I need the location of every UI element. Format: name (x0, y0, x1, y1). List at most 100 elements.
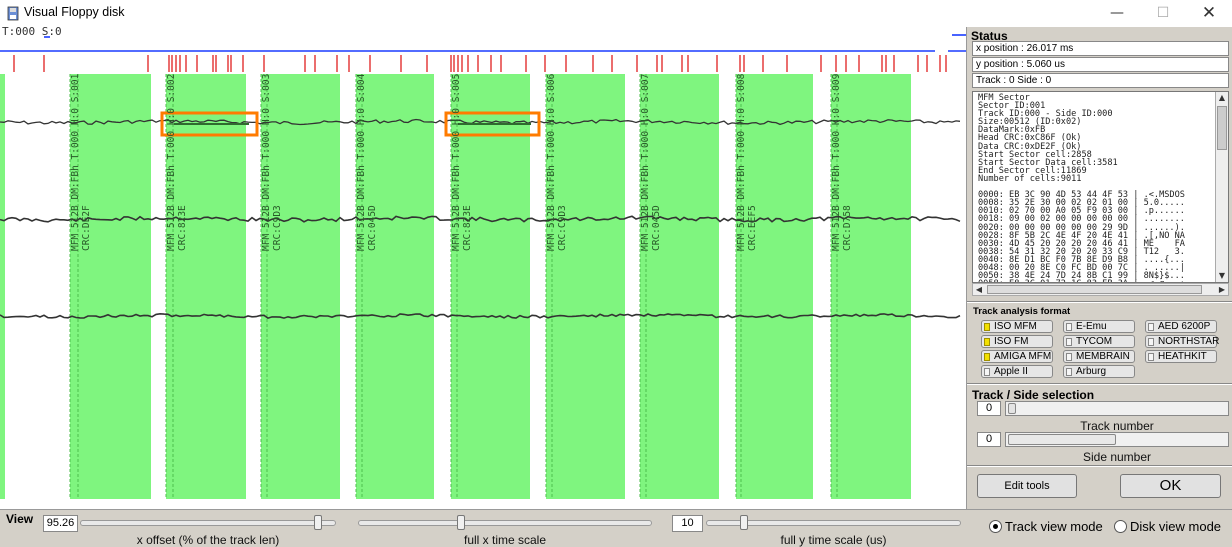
checkbox-icon (984, 323, 990, 331)
x-time-scale-slider[interactable] (358, 515, 652, 532)
info-line: Number of cells:9011 (978, 173, 1082, 184)
format-button-label: HEATHKIT (1158, 351, 1207, 362)
checkbox-icon (1066, 338, 1072, 346)
scroll-up-icon[interactable]: ▲ (1216, 92, 1228, 104)
track-plot (0, 34, 966, 499)
info-horizontal-scrollbar[interactable]: ◀ ▶ (972, 283, 1229, 296)
close-button[interactable]: ✕ (1186, 0, 1232, 27)
format-button-label: NORTHSTAR (1158, 336, 1220, 347)
format-button-heathkit[interactable]: HEATHKIT (1145, 350, 1217, 363)
track-side-field: Track : 0 Side : 0 (972, 73, 1229, 88)
slider-track (358, 520, 652, 526)
x-position-field: x position : 26.017 ms (972, 41, 1229, 56)
track-side-readout: T:000 S:0 (2, 27, 62, 38)
x-offset-slider[interactable] (80, 515, 336, 532)
format-button-label: E-Emu (1076, 321, 1107, 332)
checkbox-icon (1148, 353, 1154, 361)
divider (967, 465, 1232, 467)
checkbox-icon (1148, 338, 1154, 346)
sector-label: MFM 512B DM:FBh T:000 H:0 S:006 CRC:C9D3 (546, 73, 568, 251)
side-number-slider[interactable] (1005, 432, 1229, 447)
visual-floppy-window: Visual Floppy disk — ☐ ✕ T:000 S:0 MFM 5… (0, 0, 1232, 547)
track-view-mode-label[interactable]: Track view mode (1005, 519, 1103, 534)
sector-label: MFM 512B DM:FBh T:000 H:0 S:009 CRC:D758 (831, 73, 853, 251)
y-scale-thumb[interactable] (740, 515, 748, 530)
scroll-thumb[interactable] (1217, 106, 1227, 150)
info-vertical-scrollbar[interactable]: ▲ ▼ (1215, 92, 1228, 282)
track-number-label: Track number (1080, 419, 1154, 433)
disk-view-mode-radio[interactable] (1114, 520, 1127, 533)
sector-label: MFM 512B DM:FBh T:000 H:0 S:004 CRC:045D (356, 73, 378, 251)
edit-tools-button[interactable]: Edit tools (977, 474, 1077, 498)
sector-label: MFM 512B DM:FBh T:000 H:0 S:001 CRC:DE2F (70, 73, 92, 251)
format-button-label: Apple II (994, 366, 1028, 377)
format-button-northstar[interactable]: NORTHSTAR (1145, 335, 1220, 348)
sector-label: MFM 512B DM:FBh T:000 H:0 S:002 CRC:823E (166, 73, 188, 251)
scroll-right-icon[interactable]: ▶ (1216, 284, 1228, 296)
side-slider-thumb[interactable] (1008, 434, 1116, 445)
scroll-down-icon[interactable]: ▼ (1216, 270, 1228, 282)
sector-label: MFM 512B DM:FBh T:000 H:0 S:003 CRC:C9D3 (261, 73, 283, 251)
view-title: View (6, 512, 34, 526)
y-position-field: y position : 5.060 us (972, 57, 1229, 72)
track-number-slider[interactable] (1005, 401, 1229, 416)
side-number-value[interactable]: 0 (977, 432, 1001, 447)
format-button-label: AED 6200P (1158, 321, 1211, 332)
window-title: Visual Floppy disk (24, 5, 125, 19)
sector-info-text: MFM Sector Sector ID:001 Track ID:000 - Si… (978, 94, 1185, 282)
maximize-button[interactable]: ☐ (1140, 0, 1186, 27)
side-number-label: Side number (1082, 450, 1152, 464)
track-number-value[interactable]: 0 (977, 401, 1001, 416)
track-view-mode-radio[interactable] (989, 520, 1002, 533)
format-button-iso-fm[interactable]: ISO FM (981, 335, 1053, 348)
hscroll-thumb[interactable] (987, 285, 1202, 294)
track-view-canvas[interactable]: T:000 S:0 MFM 512B DM:FBh T:000 H:0 S:00… (0, 27, 966, 509)
sector-label: MFM 512B DM:FBh T:000 H:0 S:005 CRC:823E (451, 73, 473, 251)
sector-info-box[interactable]: MFM Sector Sector ID:001 Track ID:000 - Si… (972, 91, 1229, 283)
minimize-button[interactable]: — (1094, 0, 1140, 27)
format-button-aed-6200p[interactable]: AED 6200P (1145, 320, 1217, 333)
x-offset-value[interactable]: 95.26 (43, 515, 78, 532)
right-panel: Status x position : 26.017 ms y position… (966, 27, 1232, 509)
checkbox-icon (1148, 323, 1154, 331)
scroll-left-icon[interactable]: ◀ (973, 284, 985, 296)
format-button-membrain[interactable]: MEMBRAIN (1063, 350, 1135, 363)
x-offset-label: x offset (% of the track len) (136, 533, 280, 547)
x-time-thumb[interactable] (457, 515, 465, 530)
format-button-iso-mfm[interactable]: ISO MFM (981, 320, 1053, 333)
sector-label: MFM 512B DM:FBh T:000 H:0 S:008 CRC:EEF5 (736, 73, 758, 251)
checkbox-icon (1066, 353, 1072, 361)
format-button-label: TYCOM (1076, 336, 1113, 347)
format-button-apple-ii[interactable]: Apple II (981, 365, 1053, 378)
slider-track (80, 520, 336, 526)
y-time-scale-slider[interactable] (706, 515, 961, 532)
checkbox-icon (984, 353, 990, 361)
disk-view-mode-label[interactable]: Disk view mode (1130, 519, 1221, 534)
floppy-app-icon (7, 6, 19, 21)
sector-band (0, 74, 5, 499)
track-side-title: Track / Side selection (972, 388, 1095, 402)
sector-label: MFM 512B DM:FBh T:000 H:0 S:007 CRC:045D (640, 73, 662, 251)
format-button-tycom[interactable]: TYCOM (1063, 335, 1135, 348)
divider (967, 301, 1232, 303)
format-button-e-emu[interactable]: E-Emu (1063, 320, 1135, 333)
checkbox-icon (984, 338, 990, 346)
format-button-label: AMIGA MFM (994, 351, 1052, 362)
format-button-label: ISO MFM (994, 321, 1037, 332)
format-button-arburg[interactable]: Arburg (1063, 365, 1135, 378)
divider (967, 383, 1232, 385)
x-time-scale-label: full x time scale (463, 533, 547, 547)
y-time-scale-label: full y time scale (us) (780, 533, 887, 547)
checkbox-icon (1066, 323, 1072, 331)
format-button-amiga-mfm[interactable]: AMIGA MFM (981, 350, 1053, 363)
y-scale-value[interactable]: 10 (672, 515, 703, 532)
checkbox-icon (984, 368, 990, 376)
x-offset-thumb[interactable] (314, 515, 322, 530)
view-controls-bar: View 95.26 x offset (% of the track len)… (0, 509, 1232, 547)
ok-button[interactable]: OK (1120, 474, 1221, 498)
checkbox-icon (1066, 368, 1072, 376)
format-button-label: ISO FM (994, 336, 1029, 347)
track-slider-thumb[interactable] (1008, 403, 1016, 414)
title-bar: Visual Floppy disk — ☐ ✕ (0, 0, 1232, 27)
format-button-label: Arburg (1076, 366, 1107, 377)
